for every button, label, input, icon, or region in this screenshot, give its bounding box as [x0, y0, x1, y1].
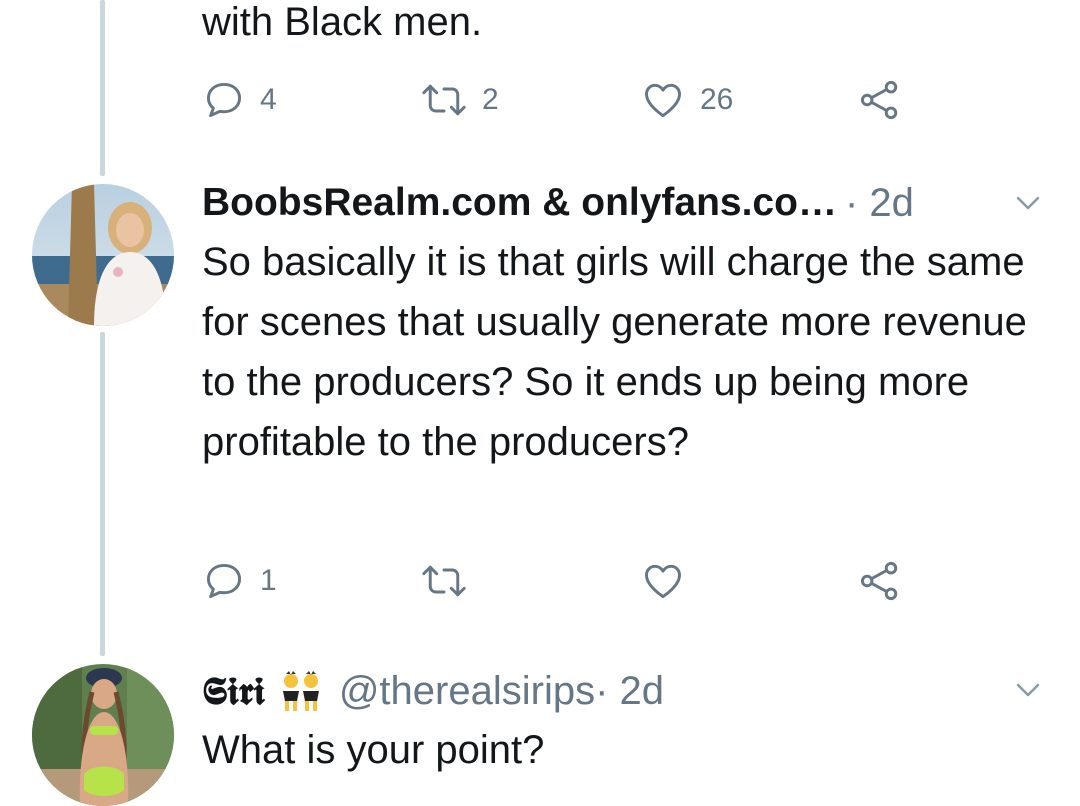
tweet-text: So basically it is that girls will charg…: [202, 240, 1027, 464]
share-button[interactable]: [858, 556, 902, 606]
retweet-icon: [420, 78, 468, 122]
tweet-actions: 4 2 26: [202, 75, 922, 125]
avatar[interactable]: [32, 664, 174, 806]
reply-icon: [202, 78, 246, 122]
tweet-header: 𝕾𝖎𝖗𝖎 @therealsirips · 2d: [202, 666, 664, 716]
retweet-button[interactable]: [420, 556, 468, 606]
heart-icon: [640, 78, 686, 122]
reply-icon: [202, 559, 246, 603]
reply-button[interactable]: 1: [202, 556, 277, 606]
chevron-down-icon[interactable]: [1014, 193, 1042, 213]
retweet-button[interactable]: 2: [420, 75, 499, 125]
author-handle[interactable]: @therealsirips: [339, 669, 595, 714]
timestamp[interactable]: · 2d: [845, 181, 914, 226]
chevron-down-icon[interactable]: [1014, 680, 1042, 700]
like-button[interactable]: [640, 556, 686, 606]
author-name[interactable]: BoobsRealm.com & onlyfans.co…: [202, 181, 837, 225]
tweet-text: What is your point?: [202, 728, 545, 772]
share-button[interactable]: [858, 75, 902, 125]
like-button[interactable]: 26: [640, 75, 733, 125]
reply-button[interactable]: 4: [202, 75, 277, 125]
retweet-count: 2: [482, 83, 499, 116]
timestamp[interactable]: · 2d: [595, 669, 664, 714]
author-name[interactable]: 𝕾𝖎𝖗𝖎: [202, 668, 265, 714]
tweet-header: BoobsRealm.com & onlyfans.co… · 2d: [202, 178, 914, 228]
share-icon: [858, 78, 902, 122]
thread-line-top: [100, 0, 105, 176]
reply-count: 4: [260, 83, 277, 116]
retweet-icon: [420, 559, 468, 603]
share-icon: [858, 559, 902, 603]
twins-emoji: [277, 669, 325, 713]
avatar[interactable]: [32, 184, 174, 326]
reply-count: 1: [260, 564, 277, 597]
heart-icon: [640, 559, 686, 603]
tweet-actions: 1: [202, 556, 922, 606]
like-count: 26: [700, 83, 734, 116]
thread-line-middle: [100, 332, 105, 656]
tweet-text: with Black men.: [202, 0, 483, 44]
